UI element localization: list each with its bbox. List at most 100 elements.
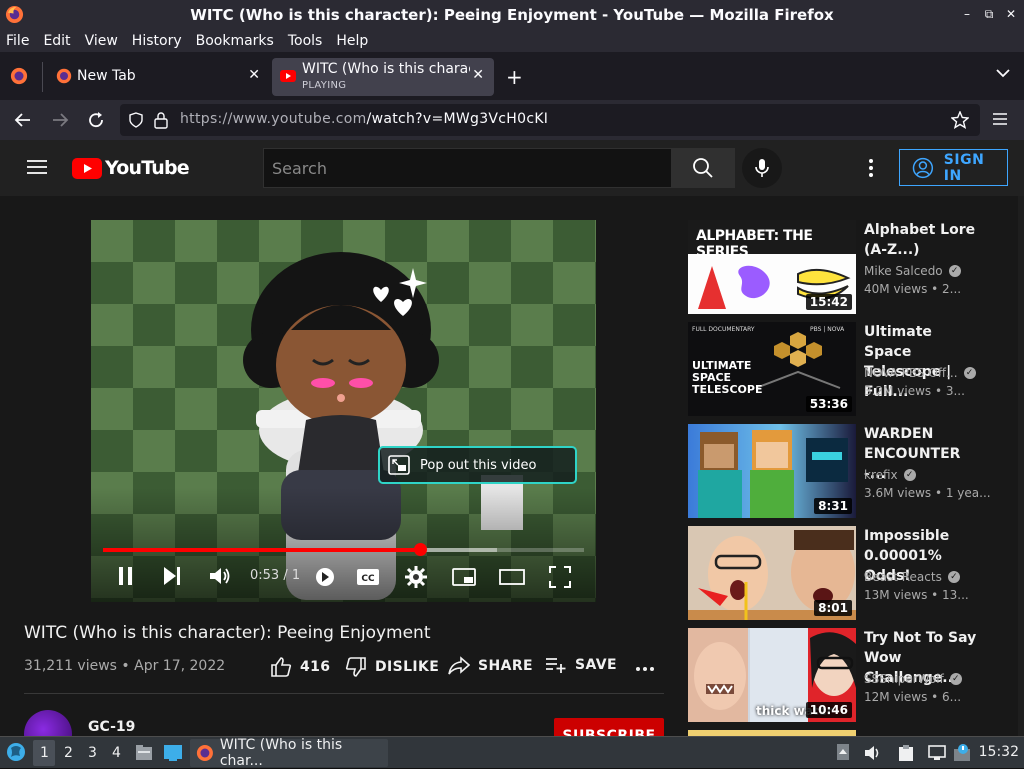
- share-button[interactable]: SHARE: [448, 656, 533, 676]
- menu-bookmarks[interactable]: Bookmarks: [196, 33, 274, 49]
- search-box[interactable]: [263, 148, 671, 188]
- menu-history[interactable]: History: [132, 33, 182, 49]
- guide-menu-icon[interactable]: [27, 159, 47, 175]
- taskbar-firefox-window[interactable]: WITC (Who is this char...: [190, 737, 388, 769]
- recommendation-channel[interactable]: SSSniperWolf: [864, 672, 944, 686]
- maximize-button[interactable]: ⧉: [982, 6, 996, 22]
- tab-new-tab[interactable]: New Tab ✕: [44, 58, 270, 96]
- progress-bar[interactable]: [103, 543, 584, 556]
- lock-icon[interactable]: [154, 111, 168, 129]
- recommendation-views: 3.6M views • 1 yea...: [864, 486, 991, 500]
- workspace-1[interactable]: 1: [40, 745, 49, 761]
- reload-icon[interactable]: [87, 111, 105, 129]
- save-label: SAVE: [575, 657, 617, 673]
- file-manager-icon[interactable]: [135, 744, 153, 762]
- hamburger-menu-icon[interactable]: [992, 112, 1008, 126]
- more-options-icon[interactable]: [868, 159, 874, 177]
- bookmark-star-icon[interactable]: [951, 111, 969, 129]
- video-thumbnail[interactable]: FULL DOCUMENTARY PBS | NOVA ULTIMATE SPA…: [688, 322, 856, 416]
- channel-name[interactable]: GC-19: [88, 719, 135, 735]
- video-thumbnail[interactable]: 8:31: [688, 424, 856, 518]
- video-thumbnail[interactable]: 8:01: [688, 526, 856, 620]
- workspace-2[interactable]: 2: [64, 745, 73, 761]
- like-button[interactable]: 416: [270, 656, 330, 678]
- subscribe-button[interactable]: SUBSCRIBE: [554, 718, 664, 736]
- close-window-button[interactable]: ✕: [1004, 6, 1018, 22]
- workspace-3[interactable]: 3: [88, 745, 97, 761]
- speaker-icon[interactable]: [864, 745, 882, 761]
- recommendation-item[interactable]: ALPHABET: THE SERIES 15:42 Alphabet Lore…: [688, 220, 1008, 314]
- url-bar[interactable]: https://www.youtube.com/watch?v=MWg3VcH0…: [120, 104, 980, 136]
- recommendation-item[interactable]: 8:01 Impossible 0.00001% Odds! Beast Rea…: [688, 526, 1008, 620]
- verified-check-icon: ✓: [903, 469, 916, 481]
- next-video-icon[interactable]: [163, 566, 181, 586]
- volume-icon[interactable]: [209, 566, 231, 586]
- list-tabs-chevron-icon[interactable]: [996, 68, 1010, 78]
- time-display: 0:53 / 1: [250, 568, 301, 583]
- video-thumbnail[interactable]: thick water 10:46: [688, 628, 856, 722]
- more-actions-icon[interactable]: [636, 666, 654, 672]
- voice-search-button[interactable]: [742, 148, 782, 188]
- save-button[interactable]: SAVE: [545, 656, 617, 674]
- menu-edit[interactable]: Edit: [43, 33, 70, 49]
- back-arrow-icon[interactable]: [14, 111, 32, 129]
- pause-icon[interactable]: [117, 566, 135, 586]
- menu-bar: File Edit View History Bookmarks Tools H…: [0, 30, 1024, 52]
- video-player[interactable]: Pop out this video 0:53 / 1 CC: [91, 220, 596, 602]
- theater-mode-icon[interactable]: [499, 569, 525, 585]
- network-icon[interactable]: [928, 745, 946, 761]
- minimize-button[interactable]: –: [960, 6, 974, 22]
- shield-icon[interactable]: [128, 112, 144, 128]
- settings-gear-icon[interactable]: [405, 566, 427, 588]
- menu-tools[interactable]: Tools: [288, 33, 323, 49]
- svg-text:CC: CC: [361, 574, 375, 584]
- video-thumbnail[interactable]: ALPHABET: THE SERIES 15:42: [688, 220, 856, 314]
- miniplayer-icon[interactable]: [452, 568, 476, 586]
- channel-avatar[interactable]: [24, 710, 72, 736]
- clipboard-icon[interactable]: [898, 744, 914, 762]
- recommendation-item[interactable]: 8:31 WARDEN ENCOUNTER -... krefix ✓ 3.6M …: [688, 424, 1008, 518]
- menu-file[interactable]: File: [6, 33, 29, 49]
- verified-check-icon: ✓: [949, 673, 962, 685]
- autoplay-toggle-icon[interactable]: [314, 567, 336, 587]
- video-frame[interactable]: [91, 220, 596, 602]
- fullscreen-icon[interactable]: [549, 566, 571, 588]
- sign-in-button[interactable]: SIGN IN: [899, 149, 1008, 186]
- tab-youtube[interactable]: WITC (Who is this charac PLAYING ✕: [272, 58, 494, 96]
- recommendation-item[interactable]: thick water 10:46 Try Not To Say Wow Cha…: [688, 628, 1008, 722]
- recommendation-channel[interactable]: krefix: [864, 468, 898, 482]
- recommendation-channel[interactable]: Mike Salcedo: [864, 264, 943, 278]
- forward-arrow-icon[interactable]: [51, 111, 69, 129]
- close-tab-icon[interactable]: ✕: [472, 67, 484, 83]
- app-launcher-icon[interactable]: [6, 742, 26, 762]
- new-tab-plus-icon[interactable]: +: [506, 65, 523, 89]
- video-duration: 8:31: [814, 498, 852, 514]
- youtube-logo-text: YouTube: [105, 157, 190, 179]
- recommendation-channel[interactable]: NOVA PBS Off...: [864, 366, 958, 380]
- firefox-view-icon[interactable]: [10, 67, 28, 85]
- search-input[interactable]: [264, 149, 671, 187]
- recommendation-title[interactable]: Alphabet Lore (A-Z...): [864, 220, 984, 260]
- recommendation-item[interactable]: FULL DOCUMENTARY PBS | NOVA ULTIMATE SPA…: [688, 322, 1008, 416]
- taskbar-window-label: WITC (Who is this char...: [219, 737, 343, 769]
- update-notifier-icon[interactable]: [953, 743, 973, 763]
- dislike-button[interactable]: DISLIKE: [345, 656, 439, 678]
- picture-in-picture-icon: [388, 455, 410, 475]
- url-text[interactable]: https://www.youtube.com/watch?v=MWg3VcH0…: [180, 111, 548, 127]
- show-desktop-icon[interactable]: [163, 744, 183, 762]
- subtitles-icon[interactable]: CC: [356, 568, 380, 586]
- tray-expand-icon[interactable]: [836, 743, 850, 761]
- workspace-4[interactable]: 4: [112, 745, 121, 761]
- page-scrollbar[interactable]: [1018, 196, 1024, 736]
- youtube-logo[interactable]: YouTube: [72, 157, 190, 179]
- search-button[interactable]: [671, 148, 735, 188]
- menu-help[interactable]: Help: [336, 33, 368, 49]
- recommendation-views: 12M views • 6...: [864, 690, 962, 704]
- recommendation-channel[interactable]: Beast Reacts: [864, 570, 942, 584]
- video-duration: 53:36: [805, 396, 852, 412]
- menu-view[interactable]: View: [85, 33, 118, 49]
- close-tab-icon[interactable]: ✕: [248, 67, 260, 83]
- popout-video-button[interactable]: Pop out this video: [378, 446, 577, 484]
- video-duration: 15:42: [805, 294, 852, 310]
- thumbnail-text: ULTIMATE SPACE TELESCOPE: [692, 359, 763, 396]
